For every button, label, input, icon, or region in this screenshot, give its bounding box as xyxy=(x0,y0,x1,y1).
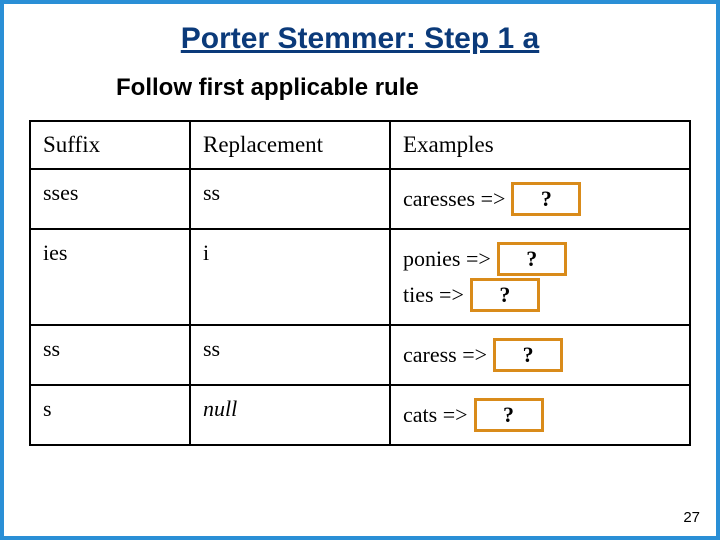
example-line: caresses => ? xyxy=(403,182,677,216)
slide: Porter Stemmer: Step 1 a Follow first ap… xyxy=(0,0,720,540)
cell-examples: cats => ? xyxy=(390,385,690,445)
cell-replacement: i xyxy=(190,229,390,325)
cell-examples: caress => ? xyxy=(390,325,690,385)
cell-suffix: ies xyxy=(30,229,190,325)
example-text: caress => xyxy=(403,342,487,368)
cell-replacement: null xyxy=(190,385,390,445)
table-row: ss ss caress => ? xyxy=(30,325,690,385)
cell-suffix: s xyxy=(30,385,190,445)
example-text: cats => xyxy=(403,402,468,428)
cell-replacement: ss xyxy=(190,325,390,385)
header-replacement: Replacement xyxy=(190,121,390,169)
answer-mask-box: ? xyxy=(497,242,567,276)
cell-suffix: ss xyxy=(30,325,190,385)
table-row: sses ss caresses => ? xyxy=(30,169,690,229)
example-line: caress => ? xyxy=(403,338,677,372)
example-line: cats => ? xyxy=(403,398,677,432)
answer-mask-box: ? xyxy=(470,278,540,312)
cell-examples: ponies => ? ties => ? xyxy=(390,229,690,325)
page-title: Porter Stemmer: Step 1 a xyxy=(26,22,694,56)
example-line: ties => ? xyxy=(403,278,677,312)
example-text: ponies => xyxy=(403,246,491,272)
cell-examples: caresses => ? xyxy=(390,169,690,229)
answer-mask-box: ? xyxy=(511,182,581,216)
table-row: s null cats => ? xyxy=(30,385,690,445)
subtitle: Follow first applicable rule xyxy=(116,74,694,102)
table-header-row: Suffix Replacement Examples xyxy=(30,121,690,169)
answer-mask-box: ? xyxy=(474,398,544,432)
cell-suffix: sses xyxy=(30,169,190,229)
answer-mask-box: ? xyxy=(493,338,563,372)
example-line: ponies => ? xyxy=(403,242,677,276)
header-suffix: Suffix xyxy=(30,121,190,169)
example-text: ties => xyxy=(403,282,464,308)
rules-table: Suffix Replacement Examples sses ss care… xyxy=(29,120,691,446)
cell-replacement: ss xyxy=(190,169,390,229)
example-text: caresses => xyxy=(403,186,505,212)
header-examples: Examples xyxy=(390,121,690,169)
page-number: 27 xyxy=(683,509,700,526)
table-row: ies i ponies => ? ties => ? xyxy=(30,229,690,325)
